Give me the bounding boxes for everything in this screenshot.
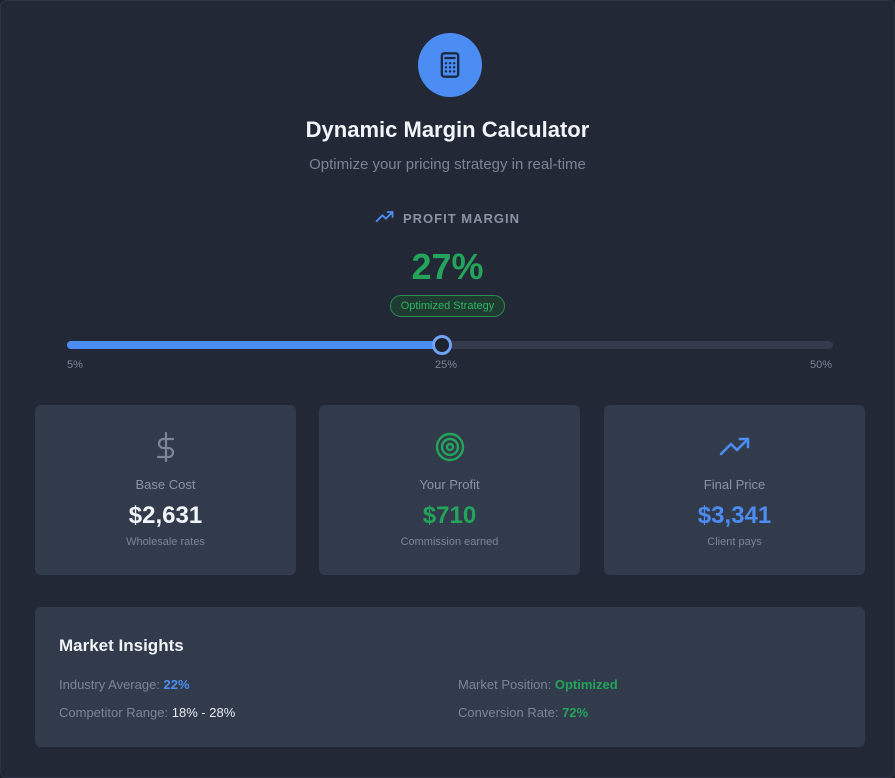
slider-max-label: 50% [810,359,833,371]
margin-slider[interactable] [67,334,833,356]
insight-label: Conversion Rate: [458,705,563,720]
card-label: Final Price [703,477,766,492]
strategy-badge: Optimized Strategy [389,295,506,317]
trending-up-icon [604,431,865,463]
insight-label: Industry Average: [59,677,164,692]
market-position-row: Market Position: Optimized [458,677,618,692]
card-sub: Client pays [707,536,762,548]
conversion-rate-row: Conversion Rate: 72% [458,705,588,720]
target-icon [319,431,580,463]
card-label: Your Profit [419,477,480,492]
page-subtitle: Optimize your pricing strategy in real-t… [309,156,586,173]
industry-average-row: Industry Average: 22% [59,677,190,692]
insight-value: 22% [163,677,190,692]
profit-margin-heading: PROFIT MARGIN [1,210,894,227]
card-label: Base Cost [135,477,196,492]
slider-fill [67,341,442,349]
card-sub: Commission earned [400,536,499,548]
dollar-icon [35,431,296,463]
card-value: $2,631 [128,502,203,529]
slider-mid-label: 25% [435,359,458,371]
slider-thumb[interactable] [432,335,452,355]
insights-title: Market Insights [59,636,184,655]
base-cost-card: Base Cost $2,631 Wholesale rates [35,405,296,575]
card-sub: Wholesale rates [126,536,205,548]
calculator-icon [418,33,482,97]
market-insights-panel: Market Insights Industry Average: 22% Co… [35,607,865,747]
page-title: Dynamic Margin Calculator [305,117,590,142]
insight-label: Competitor Range: [59,705,172,720]
profit-margin-label: PROFIT MARGIN [403,211,520,226]
insight-value: 18% - 28% [171,705,236,720]
final-price-card: Final Price $3,341 Client pays [604,405,865,575]
your-profit-card: Your Profit $710 Commission earned [319,405,580,575]
insight-value: 72% [562,705,589,720]
slider-min-label: 5% [67,359,83,371]
competitor-range-row: Competitor Range: 18% - 28% [59,705,235,720]
card-value: $710 [422,502,477,529]
strategy-badge-wrap: Optimized Strategy [1,295,894,317]
profit-margin-value: 27% [411,246,484,287]
card-value: $3,341 [697,502,772,529]
margin-calculator-app: Dynamic Margin Calculator Optimize your … [0,0,895,778]
insight-value: Optimized [554,677,618,692]
insight-label: Market Position: [458,677,555,692]
trending-up-icon [375,210,395,227]
